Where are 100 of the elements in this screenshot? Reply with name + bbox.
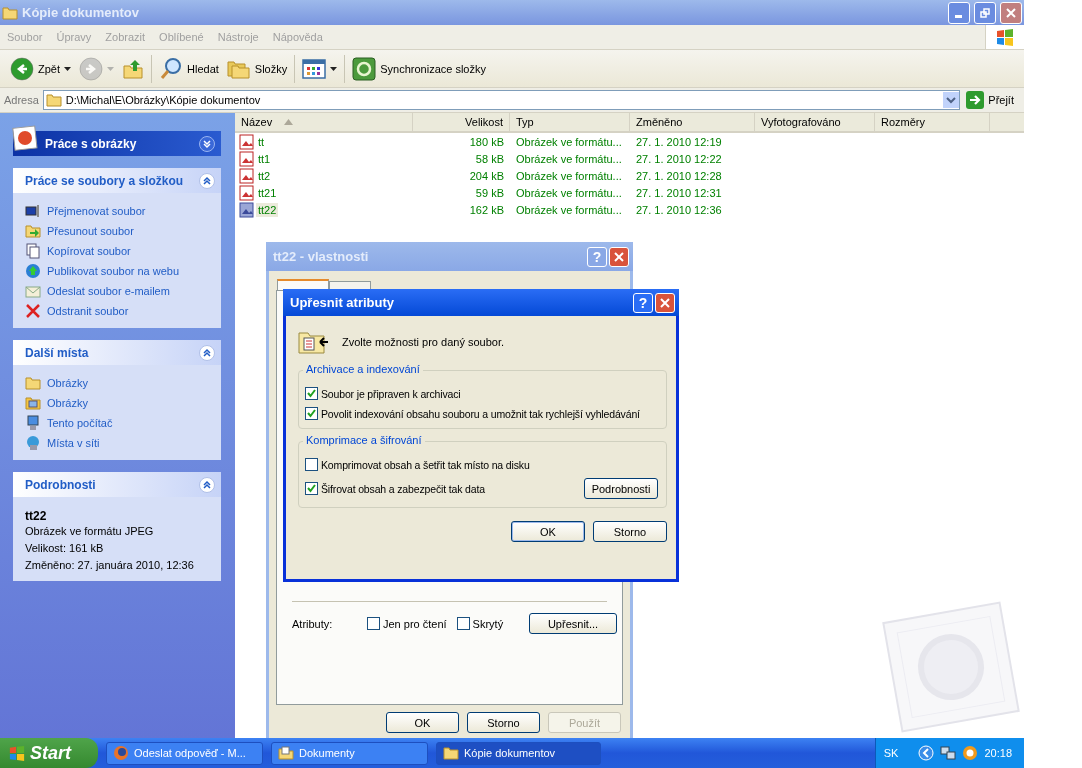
task-link[interactable]: Publikovat soubor na webu bbox=[47, 265, 180, 277]
column-header[interactable]: Rozměry bbox=[875, 113, 990, 131]
image-file-icon bbox=[239, 184, 255, 201]
image-file-icon bbox=[239, 201, 255, 218]
task-link[interactable]: Tento počítač bbox=[47, 417, 113, 429]
advanced-button[interactable]: Upřesnit... bbox=[529, 613, 617, 634]
caret-icon[interactable] bbox=[64, 66, 71, 71]
expand-chevron-icon[interactable] bbox=[199, 135, 215, 152]
sort-arrow-icon bbox=[284, 119, 294, 125]
attributes-label: Atributy: bbox=[292, 617, 334, 630]
file-name[interactable]: tt21 bbox=[256, 185, 279, 200]
cross-icon bbox=[25, 303, 41, 319]
task-link[interactable]: Přejmenovat soubor bbox=[47, 205, 146, 217]
taskbar-button[interactable]: Kópie dokumentov bbox=[436, 741, 601, 765]
search-button[interactable]: Hledat bbox=[155, 54, 223, 83]
checkbox[interactable] bbox=[456, 617, 470, 630]
views-grid-icon bbox=[302, 58, 327, 79]
network-icon[interactable] bbox=[940, 745, 957, 761]
checkbox[interactable] bbox=[305, 458, 318, 471]
sync-button[interactable]: Synchronizace složky bbox=[348, 54, 490, 83]
date-cell-text: 27. 1. 2010 12:36 bbox=[635, 203, 723, 216]
size-cell-text: 180 kB bbox=[468, 135, 505, 148]
collapse-chevron-icon[interactable] bbox=[199, 344, 215, 361]
size-cell-text: 204 kB bbox=[468, 169, 505, 182]
search-icon bbox=[159, 56, 183, 81]
folder-list-icon bbox=[298, 330, 330, 354]
restore-button[interactable] bbox=[974, 1, 996, 24]
folders-button[interactable]: Složky bbox=[222, 55, 292, 82]
file-name[interactable]: tt1 bbox=[256, 151, 273, 166]
checkbox[interactable] bbox=[367, 617, 380, 630]
type-cell-text: Obrázek ve formátu... bbox=[515, 186, 623, 199]
file-name: tt22 bbox=[25, 509, 48, 523]
document-icon bbox=[25, 243, 41, 259]
folder-arrow-icon bbox=[25, 223, 41, 239]
window-title: Kópie dokumentov bbox=[22, 5, 140, 20]
size-cell-text: 162 kB bbox=[468, 203, 505, 216]
windows-flag-icon bbox=[995, 28, 1015, 46]
go-button[interactable]: Přejít bbox=[964, 91, 1020, 109]
task-link[interactable]: Odstranit soubor bbox=[47, 305, 129, 317]
file-name[interactable]: tt2 bbox=[256, 168, 273, 183]
close-button[interactable] bbox=[609, 246, 629, 267]
task-link[interactable]: Přesunout soubor bbox=[47, 225, 134, 237]
column-header[interactable]: Velikost bbox=[413, 113, 510, 131]
column-header[interactable]: Název bbox=[235, 113, 413, 131]
language-indicator[interactable]: SK bbox=[883, 747, 899, 759]
windows-flag-icon bbox=[8, 745, 26, 761]
dialog-button[interactable]: OK bbox=[511, 521, 585, 542]
browser-icon bbox=[113, 745, 129, 761]
sync-icon bbox=[352, 56, 377, 81]
close-icon bbox=[1006, 7, 1016, 18]
folder-icon bbox=[45, 92, 62, 108]
checkbox-label[interactable]: Jen pro čtení bbox=[383, 617, 447, 630]
column-header[interactable]: Změněno bbox=[630, 113, 755, 131]
panel-header[interactable]: Práce s obrázky bbox=[13, 131, 221, 156]
checkbox[interactable] bbox=[305, 482, 318, 495]
checkbox-label[interactable]: Komprimovat obsah a šetřit tak místo na disku bbox=[321, 458, 530, 471]
file-name[interactable]: tt22 bbox=[256, 202, 279, 217]
image-file-icon bbox=[239, 133, 255, 150]
chevron-left-icon[interactable] bbox=[918, 745, 935, 761]
minimize-button[interactable] bbox=[948, 1, 970, 24]
task-link[interactable]: Kopírovat soubor bbox=[47, 245, 131, 257]
dialog-button[interactable]: Storno bbox=[467, 712, 540, 733]
help-button[interactable]: ? bbox=[633, 292, 653, 313]
address-field[interactable]: D:\Michal\E\Obrázky\Kópie dokumentov bbox=[42, 90, 961, 110]
checkbox[interactable] bbox=[305, 387, 318, 400]
checkbox-label[interactable]: Povolit indexování obsahu souboru a umožnit tak rychlejší vyhledávání bbox=[321, 407, 640, 420]
task-link[interactable]: Obrázky bbox=[47, 397, 88, 409]
checkbox-label[interactable]: Šifrovat obsah a zabezpečit tak data bbox=[321, 482, 485, 495]
task-link[interactable]: Místa v síti bbox=[47, 437, 100, 449]
size-cell-text: 58 kB bbox=[474, 152, 505, 165]
start-button[interactable]: Start bbox=[0, 738, 98, 768]
dialog-button[interactable]: Storno bbox=[593, 521, 667, 542]
date-cell-text: 27. 1. 2010 12:19 bbox=[635, 135, 723, 148]
close-button[interactable] bbox=[1000, 1, 1022, 24]
back-button[interactable]: Zpět bbox=[6, 54, 75, 83]
collapse-chevron-icon[interactable] bbox=[199, 172, 215, 189]
group-title: Archivace a indexování bbox=[303, 363, 423, 375]
dialog-button[interactable]: OK bbox=[386, 712, 459, 733]
circle-icon[interactable] bbox=[962, 745, 979, 761]
dialog-title: tt22 - vlastnosti bbox=[273, 249, 370, 264]
collapse-chevron-icon[interactable] bbox=[199, 476, 215, 493]
clock: 20:18 bbox=[984, 747, 1012, 759]
image-file-icon bbox=[239, 167, 255, 184]
task-link[interactable]: Odeslat soubor e-mailem bbox=[47, 285, 170, 297]
task-link[interactable]: Obrázky bbox=[47, 377, 88, 389]
taskbar-button[interactable]: Odeslat odpověď - M... bbox=[106, 741, 263, 765]
envelope-icon bbox=[25, 283, 41, 299]
image-file-icon bbox=[239, 150, 255, 167]
date-cell-text: 27. 1. 2010 12:28 bbox=[635, 169, 723, 182]
checkbox-label[interactable]: Soubor je připraven k archivaci bbox=[321, 387, 461, 400]
checkbox[interactable] bbox=[305, 407, 318, 420]
caret-icon[interactable] bbox=[330, 66, 338, 71]
details-button[interactable]: Podrobnosti bbox=[584, 478, 658, 499]
window-icon bbox=[25, 203, 41, 219]
file-name[interactable]: tt bbox=[256, 134, 267, 149]
taskbar-button[interactable]: Dokumenty bbox=[271, 741, 428, 765]
close-button[interactable] bbox=[655, 292, 675, 313]
checkbox-label[interactable]: Skrytý bbox=[472, 617, 504, 630]
column-header[interactable]: Vyfotografováno bbox=[755, 113, 875, 131]
column-header[interactable]: Typ bbox=[510, 113, 630, 131]
